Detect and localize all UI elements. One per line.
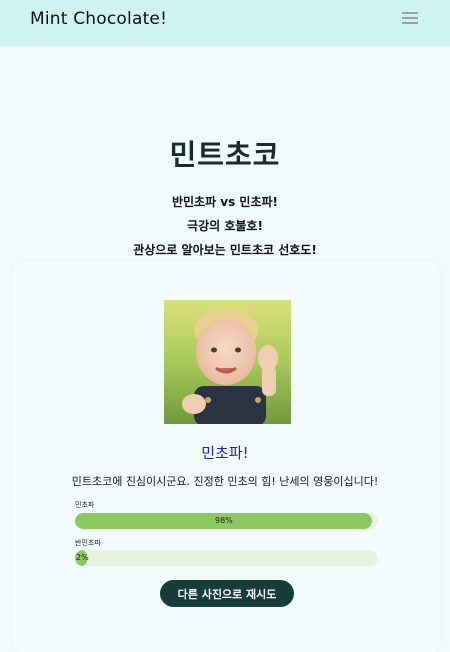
menu-line: [402, 22, 418, 24]
bar-label-mincho: 민초파: [75, 501, 95, 509]
brand-logo[interactable]: Mint Chocolate!: [30, 9, 167, 29]
progress-text-banmincho: 2%: [76, 553, 89, 562]
progress-text-mincho: 98%: [215, 516, 233, 525]
menu-line: [402, 17, 418, 19]
tagline-1: 반민초파 vs 민초파!: [171, 195, 279, 209]
uploaded-photo: [164, 300, 291, 424]
result-description: 민트초코에 진심이시군요. 진정한 민초의 힘! 난세의 영웅이십니다!: [71, 475, 379, 488]
menu-line: [402, 12, 418, 14]
navbar: Mint Chocolate!: [0, 0, 450, 46]
tagline-2: 극강의 호불호!: [187, 219, 263, 233]
progress-bar-banmincho: 2%: [75, 550, 378, 566]
progress-bar-mincho: 98%: [75, 513, 378, 529]
result-type: 민초파!: [201, 444, 249, 462]
hamburger-menu-icon[interactable]: [402, 12, 418, 26]
page-title: 민트초코: [169, 138, 281, 172]
tagline-3: 관상으로 알아보는 민트초코 선호도!: [133, 243, 317, 257]
retry-button[interactable]: 다른 사진으로 재시도: [160, 580, 294, 607]
bar-label-banmincho: 반민초파: [75, 539, 101, 547]
